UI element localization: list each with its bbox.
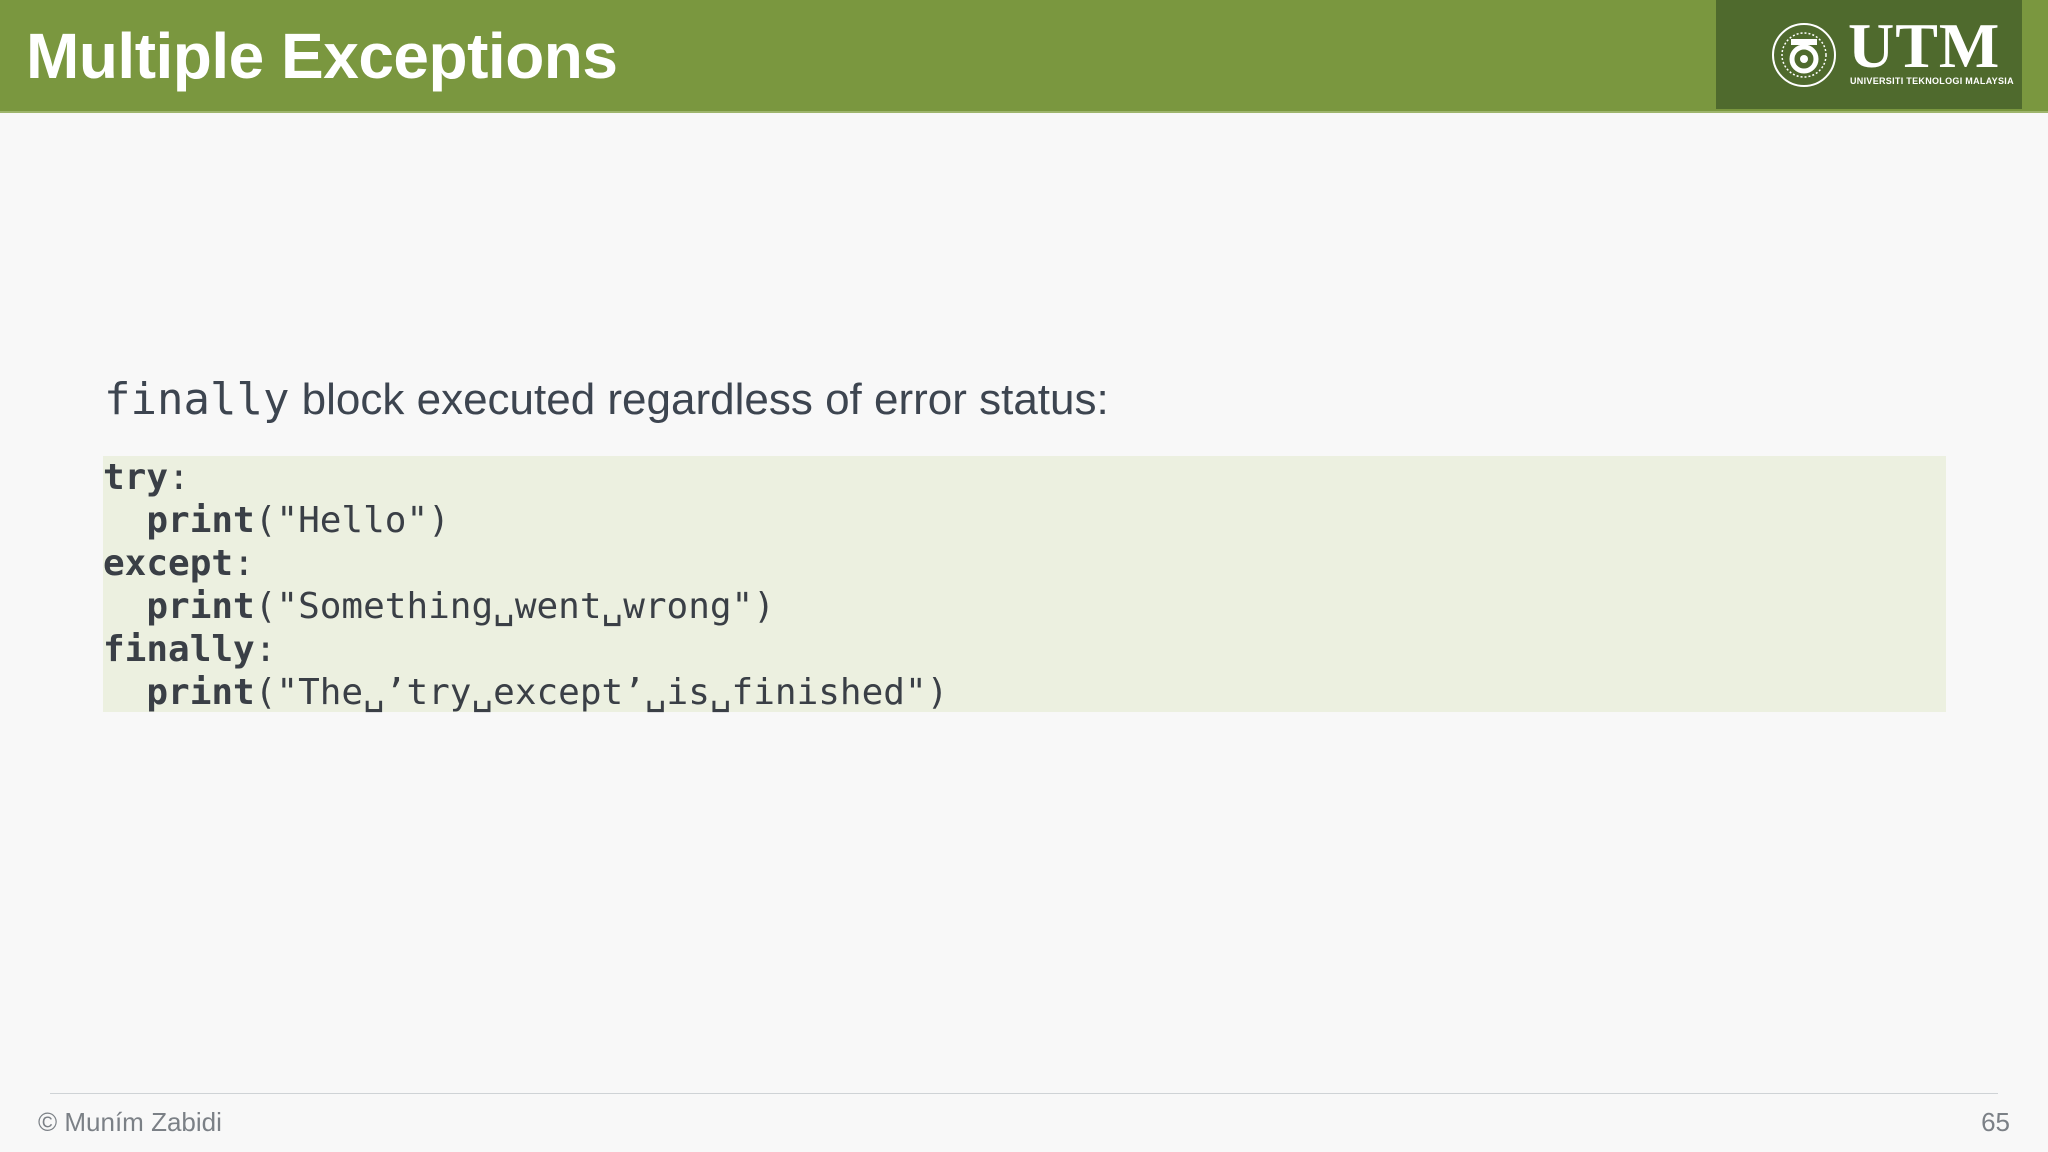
code-keyword: finally: [103, 629, 255, 670]
code-rest: :: [254, 629, 277, 670]
code-line: print("The␣’try␣except’␣is␣finished"): [103, 671, 948, 714]
slide-header: Multiple Exceptions UTM UNIVERSITI TEKNO…: [0, 0, 2048, 113]
code-keyword: print: [146, 672, 255, 713]
lead-keyword: finally: [104, 374, 290, 425]
code-rest: ("The␣’try␣except’␣is␣finished"): [254, 672, 949, 713]
code-block: try: print("Hello") except: print("Somet…: [103, 456, 1946, 714]
code-keyword: print: [146, 586, 255, 627]
footer-divider: [50, 1093, 1998, 1094]
code-line: try:: [103, 456, 190, 499]
code-keyword: except: [103, 543, 234, 584]
code-line: finally:: [103, 628, 276, 671]
code-keyword: print: [146, 500, 255, 541]
code-rest: ("Something␣went␣wrong"): [254, 586, 775, 627]
code-line: except:: [103, 542, 255, 585]
code-rest: :: [233, 543, 255, 584]
utm-seal-icon: [1772, 23, 1836, 87]
logo-subtitle: UNIVERSITI TEKNOLOGI MALAYSIA: [1850, 76, 2014, 86]
code-line: print("Hello"): [103, 499, 450, 542]
code-rest: :: [168, 457, 190, 498]
utm-logo: UTM UNIVERSITI TEKNOLOGI MALAYSIA: [1716, 0, 2022, 109]
lead-text: block executed regardless of error statu…: [289, 375, 1109, 424]
logo-wordmark: UTM: [1848, 10, 2001, 81]
code-keyword: try: [103, 457, 169, 498]
page-number: 65: [1981, 1107, 2010, 1137]
code-line: print("Something␣went␣wrong"): [103, 585, 775, 628]
lead-sentence: finally block executed regardless of err…: [104, 372, 1109, 428]
footer-author: © Muním Zabidi: [38, 1107, 222, 1137]
slide-title: Multiple Exceptions: [26, 20, 618, 92]
code-rest: ("Hello"): [254, 500, 450, 541]
